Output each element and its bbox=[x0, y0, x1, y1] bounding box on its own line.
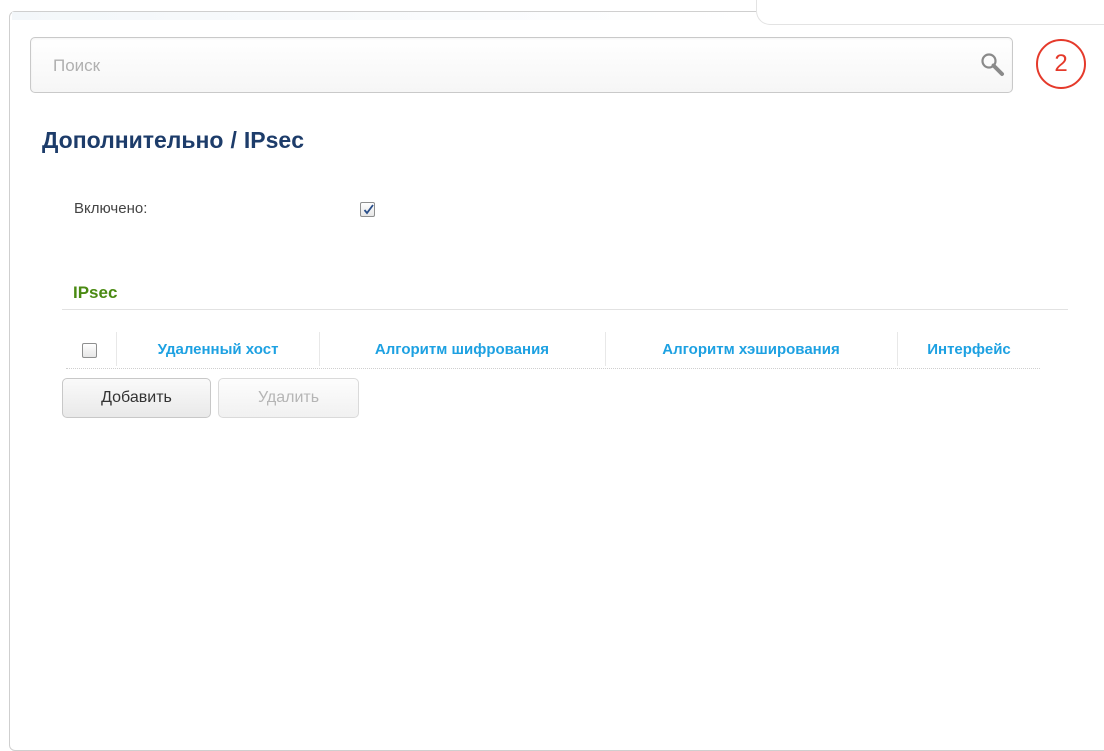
column-divider bbox=[116, 332, 117, 366]
breadcrumb-separator: / bbox=[230, 127, 237, 153]
select-all-checkbox[interactable] bbox=[82, 343, 97, 358]
breadcrumb-parent[interactable]: Дополнительно bbox=[42, 127, 223, 153]
column-hash-algorithm[interactable]: Алгоритм хэширования bbox=[606, 330, 896, 366]
page-title: Дополнительно / IPsec bbox=[42, 127, 304, 154]
notification-tab bbox=[756, 0, 1104, 25]
enabled-checkbox[interactable] bbox=[360, 202, 375, 217]
search-input[interactable] bbox=[53, 52, 953, 80]
section-divider bbox=[62, 309, 1068, 310]
checkmark-icon bbox=[363, 204, 374, 215]
search-box bbox=[30, 37, 1013, 93]
notification-badge[interactable]: 2 bbox=[1036, 39, 1086, 89]
column-encryption-algorithm[interactable]: Алгоритм шифрования bbox=[320, 330, 604, 366]
section-title: IPsec bbox=[73, 283, 118, 302]
table-header: Удаленный хост Алгоритм шифрования Алгор… bbox=[66, 330, 1040, 369]
breadcrumb-current: IPsec bbox=[243, 127, 304, 153]
column-remote-host[interactable]: Удаленный хост bbox=[118, 330, 318, 366]
search-icon[interactable] bbox=[978, 51, 1008, 81]
enabled-label: Включено: bbox=[74, 200, 148, 217]
column-interface[interactable]: Интерфейс bbox=[898, 330, 1040, 366]
panel-top-fade bbox=[12, 12, 752, 20]
add-button[interactable]: Добавить bbox=[62, 378, 211, 418]
delete-button[interactable]: Удалить bbox=[218, 378, 359, 418]
